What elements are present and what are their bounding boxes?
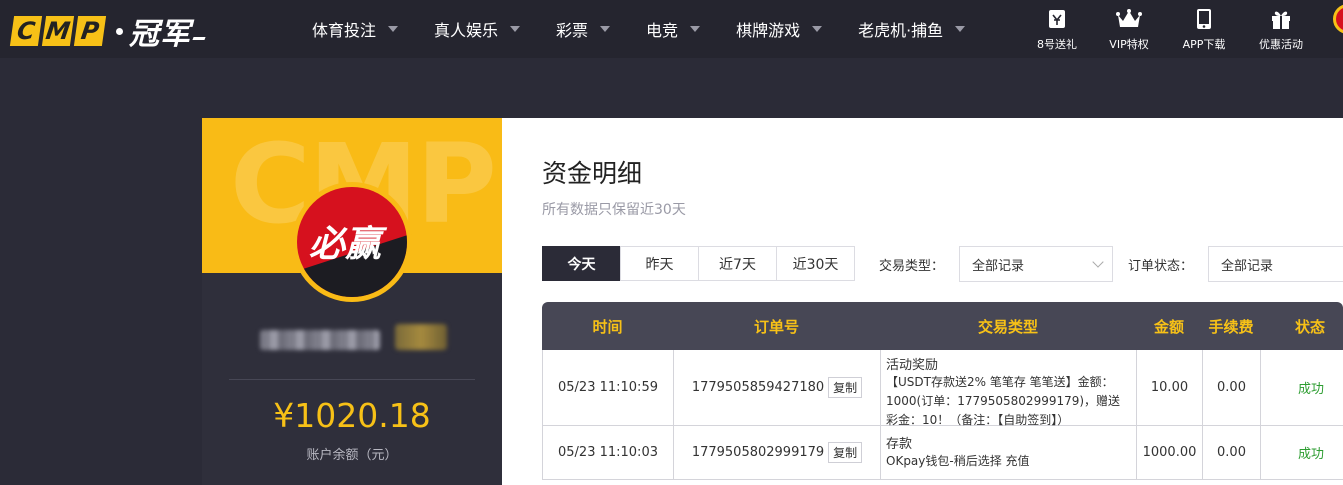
nav-label: 彩票 bbox=[556, 21, 589, 40]
chevron-down-icon bbox=[600, 26, 611, 32]
cell-order-no: 1779505802999179 复制 bbox=[674, 426, 881, 479]
column-header-amount: 金额 bbox=[1153, 317, 1184, 336]
quick-link-label: 8号送礼 bbox=[1037, 38, 1077, 51]
user-avatar[interactable] bbox=[1333, 4, 1343, 34]
logo-letter-m: M bbox=[41, 16, 75, 46]
chevron-down-icon bbox=[812, 26, 823, 32]
top-header: C M P 冠军 体育投注 真人娱乐 彩票 电竞 棋牌游戏 老虎机·捕鱼 8号送… bbox=[0, 0, 1343, 58]
tab-today[interactable]: 今天 bbox=[542, 246, 621, 281]
date-range-tabs: 今天 昨天 近7天 近30天 bbox=[542, 246, 855, 281]
transaction-type-select[interactable]: 全部记录 bbox=[959, 246, 1113, 282]
logo-letter-p: P bbox=[73, 16, 107, 46]
profile-panel: CMP 必赢 ¥1020.18 账户余额（元） bbox=[202, 118, 502, 485]
quick-link-promotions[interactable]: 优惠活动 bbox=[1246, 6, 1316, 52]
account-balance-label: 账户余额（元） bbox=[306, 448, 398, 463]
quick-link-label: APP下载 bbox=[1182, 38, 1226, 51]
username-blurred bbox=[260, 330, 380, 350]
avatar-badge: 必赢 bbox=[297, 187, 407, 297]
nav-label: 电竞 bbox=[646, 21, 679, 40]
column-header-time: 时间 bbox=[592, 317, 623, 336]
gift-icon bbox=[1270, 6, 1292, 32]
nav-lottery[interactable]: 彩票 bbox=[556, 17, 611, 41]
quick-link-gift-day[interactable]: 8号送礼 bbox=[1022, 6, 1092, 52]
page-title: 资金明细 bbox=[542, 159, 643, 188]
table-row: 05/23 11:10:03 1779505802999179 复制 存款 OK… bbox=[542, 426, 1343, 480]
nav-label: 老虎机·捕鱼 bbox=[858, 21, 944, 40]
nav-label: 棋牌游戏 bbox=[736, 21, 801, 40]
quick-link-label: 优惠活动 bbox=[1259, 38, 1303, 51]
main-nav: 体育投注 真人娱乐 彩票 电竞 棋牌游戏 老虎机·捕鱼 bbox=[312, 0, 1001, 58]
quick-link-app-download[interactable]: APP下载 bbox=[1169, 6, 1239, 52]
cell-type: 活动奖励 【USDT存款送2% 笔笔存 笔笔送】金额：1000(订单：17795… bbox=[881, 350, 1137, 427]
column-header-status: 状态 bbox=[1294, 317, 1325, 336]
order-number: 1779505859427180 bbox=[691, 380, 825, 395]
column-header-type: 交易类型 bbox=[977, 317, 1038, 336]
nav-label: 体育投注 bbox=[312, 21, 377, 40]
transaction-type-title: 存款 bbox=[886, 437, 913, 452]
nav-label: 真人娱乐 bbox=[434, 21, 499, 40]
column-header-order-no: 订单号 bbox=[753, 317, 799, 336]
column-header-fee: 手续费 bbox=[1208, 317, 1254, 336]
order-number: 1779505802999179 bbox=[691, 445, 825, 460]
cell-order-no: 1779505859427180 复制 bbox=[674, 350, 881, 425]
chevron-down-icon bbox=[388, 26, 399, 32]
nav-esports[interactable]: 电竞 bbox=[646, 17, 701, 41]
nav-card-games[interactable]: 棋牌游戏 bbox=[736, 17, 823, 41]
select-value: 全部记录 bbox=[1221, 258, 1274, 274]
transaction-type-label: 交易类型： bbox=[879, 259, 945, 274]
cell-fee: 0.00 bbox=[1203, 350, 1261, 425]
logo-swoosh bbox=[192, 36, 206, 40]
order-status-label: 订单状态： bbox=[1128, 259, 1194, 274]
tab-last-30-days[interactable]: 近30天 bbox=[776, 246, 855, 281]
ticket-icon bbox=[1048, 6, 1066, 32]
nav-sports[interactable]: 体育投注 bbox=[312, 17, 399, 41]
transaction-type-desc: 【USDT存款送2% 笔笔存 笔笔送】金额：1000(订单：1779505802… bbox=[886, 375, 1121, 427]
profile-avatar[interactable]: 必赢 bbox=[292, 182, 412, 302]
copy-button[interactable]: 复制 bbox=[828, 442, 863, 463]
transaction-type-title: 活动奖励 bbox=[886, 358, 939, 373]
logo-letter-c: C bbox=[9, 16, 43, 46]
table-header: 时间 订单号 交易类型 金额 手续费 状态 bbox=[542, 302, 1343, 350]
page-subtitle: 所有数据只保留近30天 bbox=[542, 202, 686, 218]
cell-amount: 10.00 bbox=[1137, 350, 1203, 425]
phone-icon bbox=[1196, 6, 1212, 32]
chevron-down-icon bbox=[690, 26, 701, 32]
site-logo[interactable]: C M P 冠军 bbox=[9, 9, 206, 53]
avatar-logo-text: 必赢 bbox=[309, 224, 382, 265]
table-row: 05/23 11:10:59 1779505859427180 复制 活动奖励 … bbox=[542, 350, 1343, 427]
copy-button[interactable]: 复制 bbox=[828, 377, 863, 398]
cell-fee: 0.00 bbox=[1203, 426, 1261, 479]
order-status-select[interactable]: 全部记录 bbox=[1208, 246, 1343, 282]
cell-status: 成功 bbox=[1297, 382, 1324, 397]
logo-text: 冠军 bbox=[129, 17, 191, 52]
quick-link-label: VIP特权 bbox=[1109, 38, 1149, 51]
tab-last-7-days[interactable]: 近7天 bbox=[698, 246, 777, 281]
crown-icon bbox=[1116, 6, 1142, 32]
transaction-type-desc: OKpay钱包-稍后选择 充值 bbox=[886, 454, 1030, 468]
chevron-down-icon bbox=[1092, 256, 1104, 268]
account-balance: ¥1020.18 bbox=[273, 396, 431, 435]
quick-link-vip[interactable]: VIP特权 bbox=[1094, 6, 1164, 52]
nav-slots-fishing[interactable]: 老虎机·捕鱼 bbox=[858, 17, 966, 41]
divider bbox=[229, 379, 475, 380]
cell-amount: 1000.00 bbox=[1137, 426, 1203, 479]
fund-details-panel: 资金明细 所有数据只保留近30天 今天 昨天 近7天 近30天 交易类型： 全部… bbox=[502, 118, 1343, 485]
cell-status: 成功 bbox=[1297, 447, 1324, 462]
cell-time: 05/23 11:10:59 bbox=[543, 350, 674, 425]
select-value: 全部记录 bbox=[972, 258, 1025, 274]
chevron-down-icon bbox=[955, 26, 966, 32]
logo-dot bbox=[116, 27, 123, 35]
cell-time: 05/23 11:10:03 bbox=[543, 426, 674, 479]
vip-badge-blurred bbox=[395, 324, 447, 350]
tab-yesterday[interactable]: 昨天 bbox=[620, 246, 699, 281]
chevron-down-icon bbox=[510, 26, 521, 32]
nav-live-casino[interactable]: 真人娱乐 bbox=[434, 17, 521, 41]
cell-type: 存款 OKpay钱包-稍后选择 充值 bbox=[881, 426, 1137, 479]
